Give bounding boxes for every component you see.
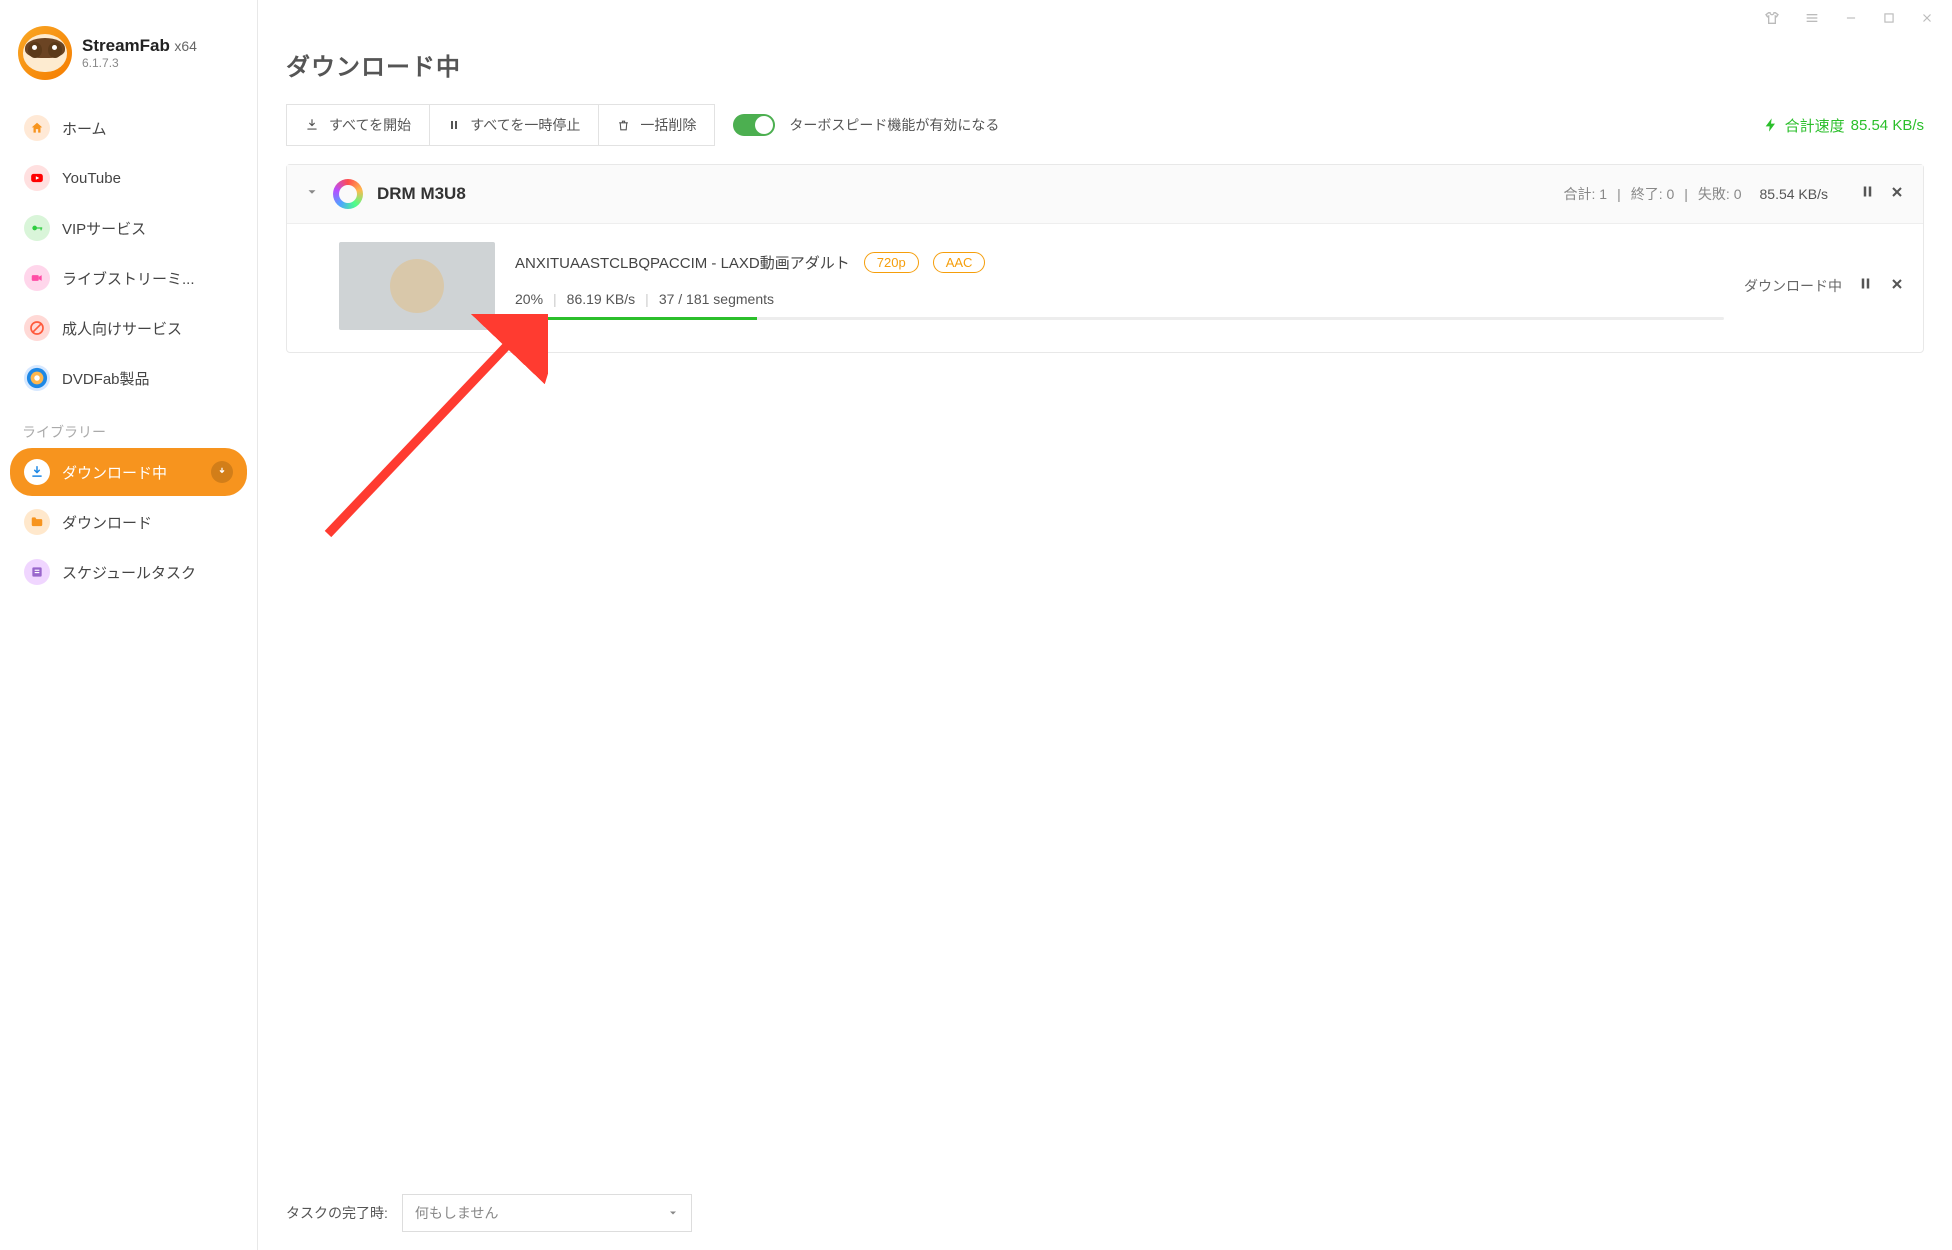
sidebar-item-dvdfab[interactable]: DVDFab製品 xyxy=(10,354,247,402)
total-speed: 合計速度 85.54 KB/s xyxy=(1763,115,1924,136)
schedule-icon xyxy=(24,559,50,585)
sidebar-item-label: スケジュールタスク xyxy=(62,562,233,583)
task-speed: 86.19 KB/s xyxy=(567,291,636,307)
group-logo-icon xyxy=(333,179,363,209)
app-version: 6.1.7.3 xyxy=(82,56,197,70)
expand-toggle[interactable] xyxy=(305,185,319,204)
group-stats: 合計: 1| 終了: 0| 失敗: 0 85.54 KB/s xyxy=(1563,184,1828,204)
app-name: StreamFab xyxy=(82,36,170,55)
button-label: 一括削除 xyxy=(640,115,696,135)
group-name: DRM M3U8 xyxy=(377,184,466,204)
content-area: DRM M3U8 合計: 1| 終了: 0| 失敗: 0 85.54 KB/s xyxy=(258,164,1952,1182)
group-header: DRM M3U8 合計: 1| 終了: 0| 失敗: 0 85.54 KB/s xyxy=(287,165,1923,224)
task-status: ダウンロード中 xyxy=(1744,276,1842,296)
task-percent: 20% xyxy=(515,291,543,307)
footer-label: タスクの完了時: xyxy=(286,1203,388,1223)
bolt-icon xyxy=(1763,115,1779,135)
download-active-icon xyxy=(24,459,50,485)
sidebar-item-label: ダウンロード xyxy=(62,512,233,533)
toolbar: すべてを開始 すべてを一時停止 一括削除 ターボスピード機能が有効になる 合計速… xyxy=(258,104,1952,164)
pause-all-button[interactable]: すべてを一時停止 xyxy=(430,104,599,146)
tshirt-icon[interactable] xyxy=(1760,6,1784,35)
app-logo-row: StreamFab x64 6.1.7.3 xyxy=(0,18,257,104)
nav-library: ダウンロード中 ダウンロード スケジュールタスク xyxy=(0,448,257,598)
key-icon xyxy=(24,215,50,241)
sidebar-item-label: 成人向けサービス xyxy=(62,318,233,339)
start-all-button[interactable]: すべてを開始 xyxy=(286,104,430,146)
sidebar-item-label: ライブストリーミ... xyxy=(62,268,233,289)
sidebar-item-label: ダウンロード中 xyxy=(62,462,199,483)
group-pause-button[interactable] xyxy=(1860,184,1875,205)
sidebar-item-vip[interactable]: VIPサービス xyxy=(10,204,247,252)
select-value: 何もしません xyxy=(415,1203,499,1223)
footer: タスクの完了時: 何もしません xyxy=(258,1182,1952,1250)
sidebar-item-label: ホーム xyxy=(62,118,233,139)
turbo-toggle[interactable] xyxy=(733,114,775,136)
sidebar-item-downloading[interactable]: ダウンロード中 xyxy=(10,448,247,496)
resolution-badge: 720p xyxy=(864,252,919,273)
sidebar-item-youtube[interactable]: YouTube xyxy=(10,154,247,202)
task-thumbnail xyxy=(339,242,495,330)
home-icon xyxy=(24,115,50,141)
sidebar-item-label: DVDFab製品 xyxy=(62,368,233,389)
download-group: DRM M3U8 合計: 1| 終了: 0| 失敗: 0 85.54 KB/s xyxy=(286,164,1924,353)
page-title: ダウンロード中 xyxy=(258,35,1952,104)
group-close-button[interactable] xyxy=(1889,184,1905,205)
maximize-button[interactable] xyxy=(1878,7,1900,34)
audio-badge: AAC xyxy=(933,252,986,273)
sidebar-item-livestream[interactable]: ライブストリーミ... xyxy=(10,254,247,302)
button-label: すべてを開始 xyxy=(329,115,411,135)
turbo-label: ターボスピード機能が有効になる xyxy=(789,115,999,135)
download-task: ANXITUAASTCLBQPACCIM - LAXD動画アダルト 720p A… xyxy=(287,224,1923,352)
nav-primary: ホーム YouTube VIPサービス ライブストリーミ... 成人向けサービス… xyxy=(0,104,257,404)
sidebar-item-schedule[interactable]: スケジュールタスク xyxy=(10,548,247,596)
task-progress-bar xyxy=(515,317,1724,320)
dvdfab-icon xyxy=(24,365,50,391)
button-label: すべてを一時停止 xyxy=(470,115,580,135)
sidebar-item-downloads[interactable]: ダウンロード xyxy=(10,498,247,546)
youtube-icon xyxy=(24,165,50,191)
app-arch: x64 xyxy=(174,38,197,54)
folder-icon xyxy=(24,509,50,535)
sidebar-item-label: YouTube xyxy=(62,170,233,187)
main-panel: ダウンロード中 すべてを開始 すべてを一時停止 一括削除 ターボスピード機能が有… xyxy=(258,0,1952,1250)
hamburger-menu-icon[interactable] xyxy=(1800,6,1824,35)
camera-icon xyxy=(24,265,50,291)
task-remove-button[interactable] xyxy=(1889,276,1905,297)
app-logo-icon xyxy=(18,26,72,80)
delete-all-button[interactable]: 一括削除 xyxy=(599,104,715,146)
window-titlebar xyxy=(258,0,1952,35)
task-segments: 37 / 181 segments xyxy=(659,291,774,307)
download-badge-icon xyxy=(211,461,233,483)
sidebar-item-home[interactable]: ホーム xyxy=(10,104,247,152)
sidebar: StreamFab x64 6.1.7.3 ホーム YouTube VIPサービ… xyxy=(0,0,258,1250)
close-button[interactable] xyxy=(1916,7,1938,34)
no-adult-icon xyxy=(24,315,50,341)
chevron-down-icon xyxy=(667,1207,679,1219)
task-pause-button[interactable] xyxy=(1858,276,1873,296)
total-speed-value: 85.54 KB/s xyxy=(1851,117,1924,134)
group-speed: 85.54 KB/s xyxy=(1760,186,1829,202)
task-title: ANXITUAASTCLBQPACCIM - LAXD動画アダルト xyxy=(515,252,850,273)
on-complete-select[interactable]: 何もしません xyxy=(402,1194,692,1232)
sidebar-item-adult[interactable]: 成人向けサービス xyxy=(10,304,247,352)
total-speed-label: 合計速度 xyxy=(1785,115,1845,136)
sidebar-item-label: VIPサービス xyxy=(62,218,233,239)
minimize-button[interactable] xyxy=(1840,7,1862,34)
sidebar-section-library: ライブラリー xyxy=(0,404,257,448)
